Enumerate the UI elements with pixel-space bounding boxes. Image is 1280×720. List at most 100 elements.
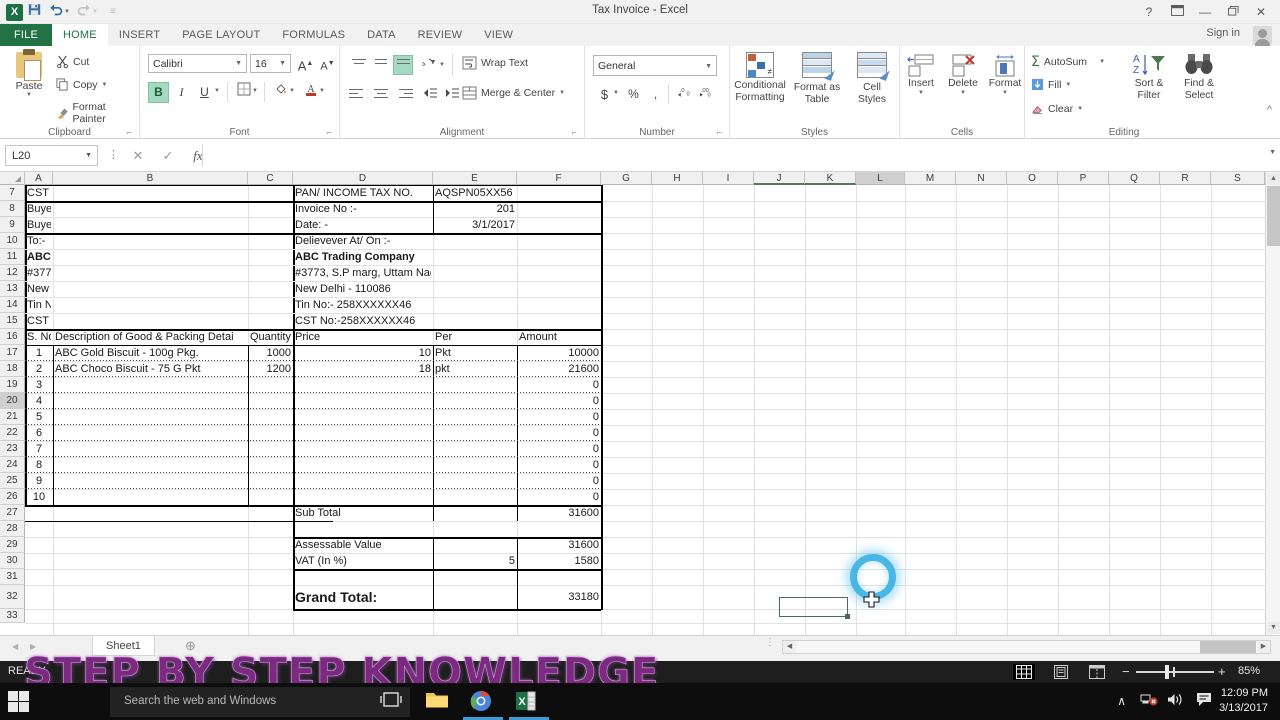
horizontal-scrollbar-handle[interactable]: ⋮ — [765, 638, 775, 648]
cell-A14[interactable]: Tin No:- 258XXXXXX46 — [27, 297, 51, 313]
file-explorer-icon[interactable] — [425, 690, 449, 714]
column-header-L[interactable]: L — [856, 172, 905, 185]
copy-dropdown-icon[interactable]: ▼ — [102, 82, 108, 88]
row-header-20[interactable]: 20 — [0, 393, 25, 409]
column-header-J[interactable]: J — [754, 172, 805, 185]
column-header-F[interactable]: F — [517, 172, 601, 185]
align-center-button[interactable] — [371, 86, 391, 106]
label-vat-percent[interactable]: VAT (In %) — [295, 553, 431, 569]
cell-A15[interactable]: CST No:-258XXXXXX46 — [27, 313, 51, 329]
font-size-chevron-down-icon[interactable]: ▼ — [279, 55, 286, 73]
chrome-icon[interactable] — [470, 690, 494, 714]
label-sub-total[interactable]: Sub Total — [295, 505, 431, 521]
minimize-button[interactable]: — — [1192, 2, 1218, 22]
cell-per-1[interactable]: Pkt — [435, 345, 515, 361]
decrease-indent-button[interactable] — [422, 86, 442, 106]
tab-page-layout[interactable]: PAGE LAYOUT — [171, 24, 271, 46]
row-header-13[interactable]: 13 — [0, 281, 25, 297]
column-header-C[interactable]: C — [248, 172, 293, 185]
cell-A16[interactable]: S. No. — [27, 329, 51, 345]
row-header-7[interactable]: 7 — [0, 185, 25, 201]
scroll-right-arrow-icon[interactable]: ▶ — [1257, 641, 1270, 653]
action-center-icon[interactable] — [1196, 692, 1212, 710]
column-header-O[interactable]: O — [1007, 172, 1058, 185]
cell-amount-5[interactable]: 0 — [519, 409, 599, 425]
amount-vat-percent[interactable]: 1580 — [519, 553, 599, 569]
task-view-icon[interactable] — [380, 690, 404, 714]
cell-D7[interactable]: PAN/ INCOME TAX NO. — [295, 185, 431, 201]
borders-button[interactable] — [233, 82, 254, 103]
row-header-25[interactable]: 25 — [0, 473, 25, 489]
row-header-24[interactable]: 24 — [0, 457, 25, 473]
cell-amount-1[interactable]: 10000 — [519, 345, 599, 361]
cell-amount-8[interactable]: 0 — [519, 457, 599, 473]
underline-button[interactable]: U — [194, 82, 215, 103]
row-header-18[interactable]: 18 — [0, 361, 25, 377]
cell-A8[interactable]: Buyer's Order No./Ref No. :- 5895 — [27, 201, 51, 217]
cell-D16[interactable]: Price — [295, 329, 431, 345]
cell-sno-6[interactable]: 6 — [27, 425, 51, 441]
merge-center-button[interactable]: Merge & Center ▼ — [462, 86, 565, 100]
font-color-dropdown-icon[interactable]: ▼ — [319, 88, 325, 94]
currency-button[interactable]: $ — [594, 84, 615, 105]
column-header-D[interactable]: D — [293, 172, 433, 185]
column-header-N[interactable]: N — [956, 172, 1007, 185]
column-header-E[interactable]: E — [433, 172, 517, 185]
format-painter-button[interactable]: Format Painter — [56, 101, 139, 125]
cell-A10[interactable]: To:- — [27, 233, 51, 249]
column-header-A[interactable]: A — [25, 172, 53, 185]
formula-bar-handle[interactable]: ⋮ — [108, 148, 119, 161]
help-button[interactable]: ? — [1136, 2, 1162, 22]
column-header-B[interactable]: B — [53, 172, 248, 185]
row-header-22[interactable]: 22 — [0, 425, 25, 441]
avatar[interactable] — [1253, 26, 1272, 48]
page-layout-view-button[interactable] — [1050, 664, 1072, 680]
fill-dropdown-icon[interactable]: ▼ — [1065, 82, 1071, 88]
delete-dropdown-icon[interactable]: ▼ — [942, 90, 984, 96]
amount-assessable-value[interactable]: 31600 — [519, 537, 599, 553]
volume-icon[interactable] — [1167, 692, 1184, 710]
align-top-button[interactable] — [349, 56, 369, 76]
column-header-P[interactable]: P — [1058, 172, 1109, 185]
row-header-12[interactable]: 12 — [0, 265, 25, 281]
borders-dropdown-icon[interactable]: ▼ — [252, 88, 258, 94]
tab-review[interactable]: REVIEW — [407, 24, 474, 46]
column-header-I[interactable]: I — [703, 172, 754, 185]
row-header-32[interactable]: 32 — [0, 585, 25, 609]
cell-E16[interactable]: Per — [435, 329, 515, 345]
row-header-28[interactable]: 28 — [0, 521, 25, 537]
selection-rectangle[interactable] — [779, 597, 850, 619]
vertical-scrollbar[interactable]: ▲ ▼ — [1265, 172, 1280, 635]
cell-E9[interactable]: 3/1/2017 — [435, 217, 515, 233]
merge-center-dropdown-icon[interactable]: ▼ — [559, 90, 565, 96]
cell-A7[interactable]: CST No: - 78XXXXXXXX1 — [27, 185, 51, 201]
clock[interactable]: 12:09 PM 3/13/2017 — [1219, 686, 1268, 716]
align-right-button[interactable] — [393, 86, 413, 106]
start-button[interactable] — [8, 691, 30, 713]
mid-vat-percent[interactable]: 5 — [435, 553, 515, 569]
align-bottom-button[interactable] — [393, 55, 413, 75]
row-header-19[interactable]: 19 — [0, 377, 25, 393]
autosum-button[interactable]: Σ AutoSum ▼ — [1031, 54, 1105, 70]
cell-D10[interactable]: Delievever At/ On :- — [295, 233, 431, 249]
zoom-slider-track[interactable] — [1136, 671, 1214, 673]
cell-qty-2[interactable]: 1200 — [250, 361, 291, 377]
page-break-preview-button[interactable] — [1086, 664, 1108, 680]
row-header-21[interactable]: 21 — [0, 409, 25, 425]
tab-home[interactable]: HOME — [52, 24, 108, 46]
collapse-ribbon-button[interactable]: ^ — [1267, 104, 1272, 116]
cell-D9[interactable]: Date: - — [295, 217, 431, 233]
fill-color-button[interactable] — [270, 82, 291, 103]
number-format-chevron-down-icon[interactable]: ▼ — [705, 57, 712, 77]
label-assessable-value[interactable]: Assessable Value — [295, 537, 431, 553]
row-header-30[interactable]: 30 — [0, 553, 25, 569]
fill-color-dropdown-icon[interactable]: ▼ — [289, 88, 295, 94]
column-header-H[interactable]: H — [652, 172, 703, 185]
row-header-8[interactable]: 8 — [0, 201, 25, 217]
column-header-Q[interactable]: Q — [1109, 172, 1160, 185]
tab-view[interactable]: VIEW — [473, 24, 524, 46]
formula-input[interactable] — [202, 145, 1265, 166]
row-header-31[interactable]: 31 — [0, 569, 25, 585]
cell-sno-9[interactable]: 9 — [27, 473, 51, 489]
row-header-23[interactable]: 23 — [0, 441, 25, 457]
